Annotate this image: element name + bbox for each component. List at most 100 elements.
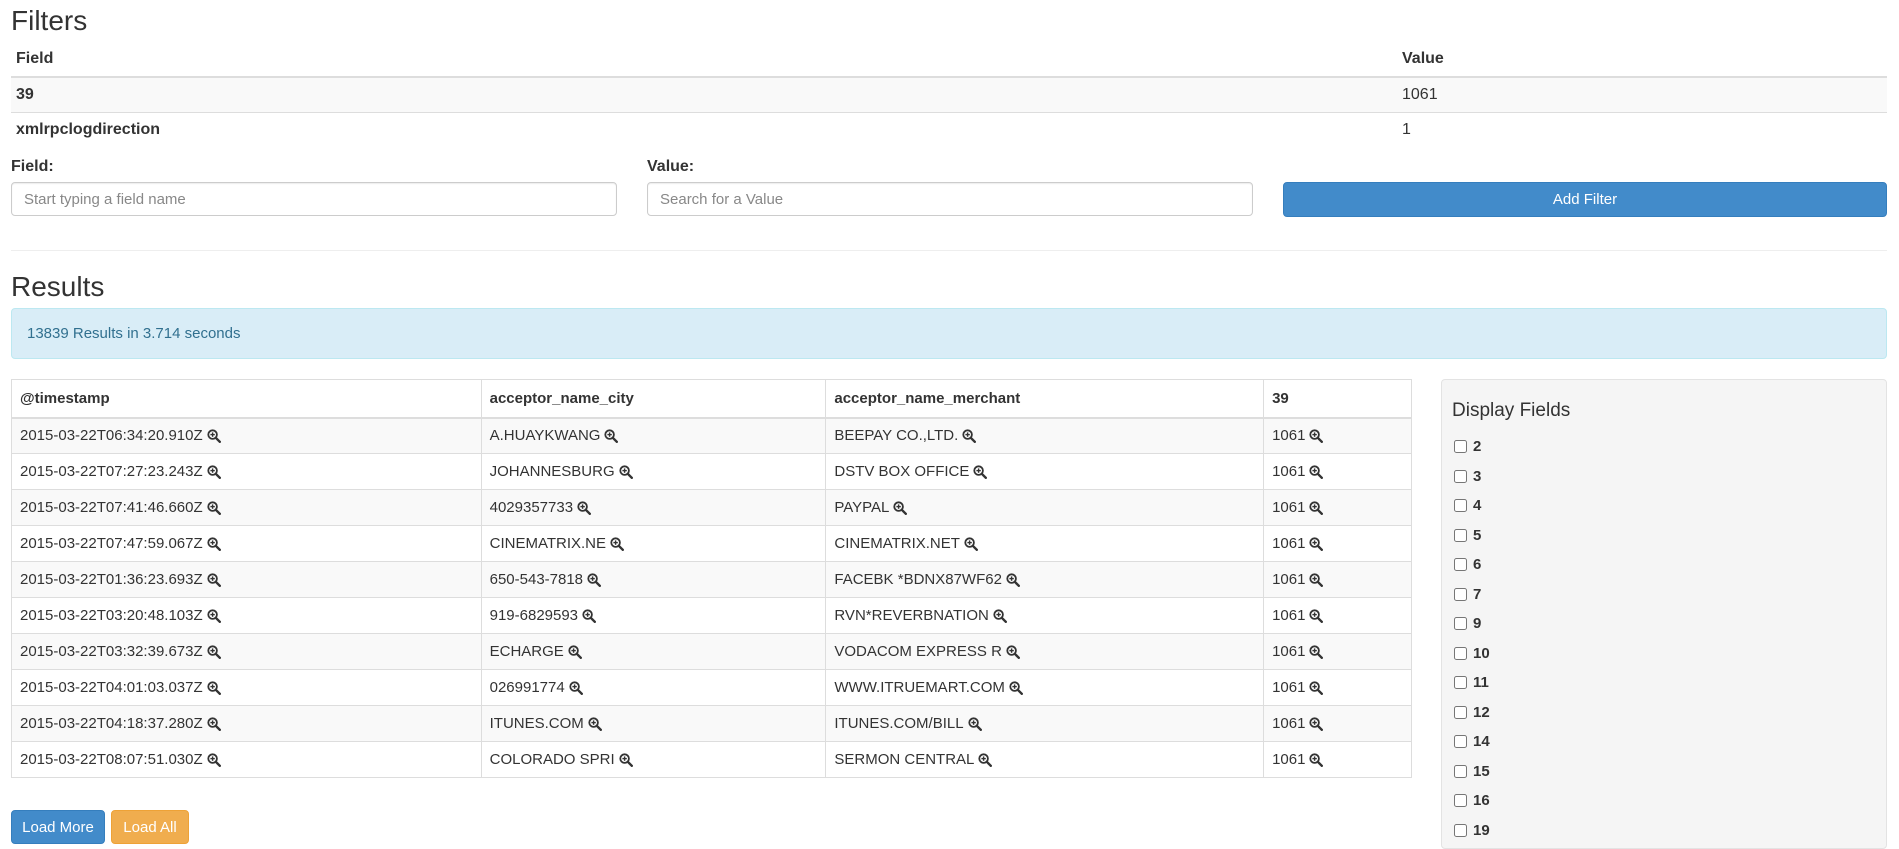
display-field-item[interactable]: 15 [1452,757,1876,787]
zoom-in-icon[interactable] [1309,429,1324,443]
add-filter-button[interactable]: Add Filter [1283,182,1887,217]
cell-text: CINEMATRIX.NE [489,535,607,552]
zoom-in-icon[interactable] [577,500,592,515]
column-header-39[interactable]: 39 [1263,379,1412,419]
display-field-item[interactable]: 7 [1452,580,1876,610]
display-field-item[interactable]: 19 [1452,816,1876,846]
cell-city: JOHANNESBURG [480,453,827,490]
zoom-in-icon[interactable] [604,429,619,443]
display-field-item[interactable]: 12 [1452,698,1876,728]
value-search-input[interactable] [647,182,1253,216]
zoom-in-icon[interactable] [207,644,221,659]
zoom-in-icon[interactable] [993,608,1007,623]
zoom-in-icon[interactable] [207,464,221,479]
cell-merchant: DSTV BOX OFFICE [825,453,1265,490]
cell-39: 1061 [1263,417,1412,454]
display-field-checkbox[interactable] [1454,617,1467,631]
display-field-checkbox[interactable] [1454,469,1467,483]
zoom-in-icon[interactable] [1309,716,1324,731]
zoom-in-icon[interactable] [1009,680,1023,695]
zoom-in-icon[interactable] [1006,644,1020,659]
display-field-checkbox[interactable] [1454,646,1467,660]
zoom-in-icon[interactable] [207,572,221,587]
zoom-in-icon[interactable] [207,608,221,623]
zoom-in-icon[interactable] [619,752,633,767]
display-field-checkbox[interactable] [1454,764,1467,778]
display-field-item[interactable]: 10 [1452,639,1876,669]
field-name-input[interactable] [11,182,617,216]
zoom-in-icon[interactable] [1309,536,1324,551]
zoom-in-icon[interactable] [1309,572,1324,587]
zoom-in-icon[interactable] [207,536,221,551]
zoom-in-icon[interactable] [619,464,633,479]
load-more-button[interactable]: Load More [11,810,105,844]
cell-text: 1061 [1272,571,1306,588]
zoom-in-icon[interactable] [1309,464,1324,479]
zoom-in-icon[interactable] [1309,644,1324,659]
display-field-item[interactable]: 11 [1452,668,1876,698]
table-row: 2015-03-22T07:47:59.067Z CINEMATRIX.NE CIN… [11,525,1412,562]
cell-text: 1061 [1272,643,1306,660]
display-field-label: 6 [1473,556,1482,574]
table-row: 2015-03-22T03:32:39.673Z ECHARGE VODACOM E… [11,633,1412,670]
display-field-item[interactable]: 4 [1452,491,1876,521]
display-field-checkbox[interactable] [1454,823,1467,837]
column-header-merchant[interactable]: acceptor_name_merchant [825,379,1265,419]
cell-text: 1061 [1272,463,1306,480]
zoom-in-icon[interactable] [1006,572,1020,587]
cell-text: 2015-03-22T01:36:23.693Z [20,571,203,588]
zoom-in-icon[interactable] [582,608,597,623]
cell-timestamp: 2015-03-22T07:47:59.067Z [11,525,482,562]
filters-table: Field Value 39 1061 xmlrpclogdirection 1 [11,44,1887,147]
zoom-in-icon[interactable] [1309,680,1324,695]
display-field-item[interactable]: 9 [1452,609,1876,639]
zoom-in-icon[interactable] [207,680,221,695]
cell-text: ITUNES.COM [489,715,584,732]
load-all-button[interactable]: Load All [111,810,189,844]
cell-39: 1061 [1263,597,1412,634]
zoom-in-icon[interactable] [588,716,602,731]
zoom-in-icon[interactable] [610,536,625,551]
display-field-checkbox[interactable] [1454,528,1467,542]
zoom-in-icon[interactable] [207,752,221,767]
column-header-city[interactable]: acceptor_name_city [480,379,827,419]
cell-text: 919-6829593 [489,607,579,624]
filter-field: 39 [11,76,1397,113]
display-field-checkbox[interactable] [1454,499,1467,513]
zoom-in-icon[interactable] [978,752,993,767]
cell-39: 1061 [1263,633,1412,670]
zoom-in-icon[interactable] [962,429,977,443]
zoom-in-icon[interactable] [207,429,221,443]
display-field-checkbox[interactable] [1454,705,1467,719]
zoom-in-icon[interactable] [1309,752,1324,767]
display-field-checkbox[interactable] [1454,440,1467,454]
display-field-item[interactable]: 3 [1452,462,1876,492]
zoom-in-icon[interactable] [569,680,583,695]
display-field-checkbox[interactable] [1454,735,1467,749]
zoom-in-icon[interactable] [973,464,988,479]
filter-field: xmlrpclogdirection [11,112,1397,147]
zoom-in-icon[interactable] [568,644,582,659]
display-field-label: 2 [1473,438,1482,456]
zoom-in-icon[interactable] [967,716,982,731]
display-field-item[interactable]: 5 [1452,521,1876,551]
zoom-in-icon[interactable] [964,536,978,551]
display-field-checkbox[interactable] [1454,587,1467,601]
zoom-in-icon[interactable] [1309,500,1324,515]
display-field-item[interactable]: 16 [1452,786,1876,816]
display-field-checkbox[interactable] [1454,794,1467,808]
display-field-checkbox[interactable] [1454,558,1467,572]
display-field-label: 3 [1473,467,1482,485]
zoom-in-icon[interactable] [1309,608,1324,623]
display-field-item[interactable]: 6 [1452,550,1876,580]
display-field-item[interactable]: 2 [1452,432,1876,462]
zoom-in-icon[interactable] [207,500,221,515]
display-field-checkbox[interactable] [1454,676,1467,690]
zoom-in-icon[interactable] [587,572,602,587]
zoom-in-icon[interactable] [893,500,908,515]
display-field-item[interactable]: 14 [1452,727,1876,757]
column-header-timestamp[interactable]: @timestamp [11,379,482,419]
display-field-label: 10 [1473,644,1490,662]
display-field-label: 9 [1473,615,1482,633]
zoom-in-icon[interactable] [207,716,221,731]
